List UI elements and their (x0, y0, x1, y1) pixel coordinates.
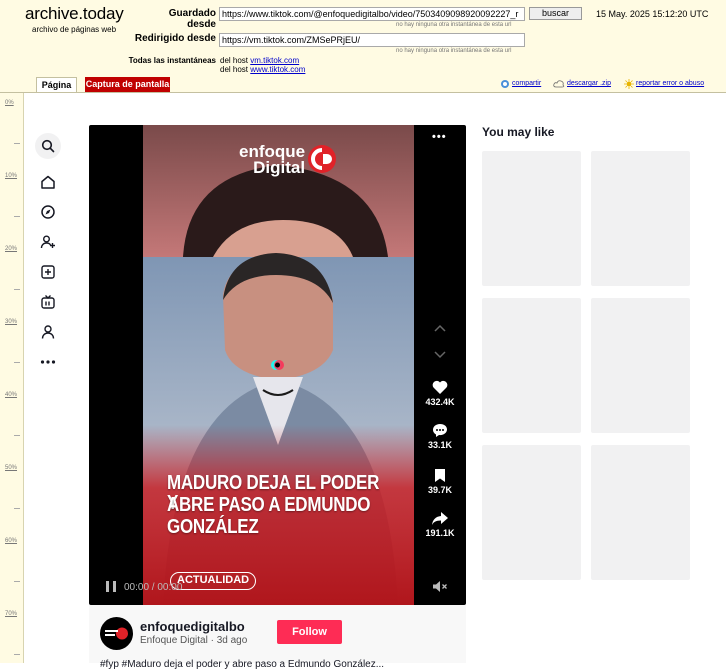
archive-header: archive.today archivo de páginas web Gua… (0, 0, 726, 93)
saved-from-url-input[interactable]: https://www.tiktok.com/@enfoquedigitalbo… (219, 7, 525, 21)
following-icon[interactable] (35, 229, 61, 255)
profile-icon[interactable] (35, 319, 61, 345)
brand-logo-icon (308, 145, 336, 173)
save-action[interactable]: 39.7K (419, 468, 461, 495)
ruler-label[interactable]: 30% (5, 319, 17, 325)
recommended-video-card[interactable] (591, 151, 690, 286)
ruler-tick (14, 581, 20, 582)
search-icon[interactable] (35, 133, 61, 159)
upload-icon[interactable] (35, 259, 61, 285)
next-video-icon[interactable] (433, 350, 447, 360)
redirected-label: Redirigido desde (134, 33, 216, 44)
heart-icon (432, 380, 448, 394)
ruler-label[interactable]: 40% (5, 392, 17, 398)
pause-icon[interactable] (105, 580, 117, 593)
recommended-video-card[interactable] (482, 445, 581, 580)
host-line-2: del host www.tiktok.com (220, 65, 305, 74)
share-action[interactable]: 191.1K (419, 511, 461, 538)
scroll-ruler: 0% 10% 20% 30% 40% 50% 60% 70% (0, 93, 24, 663)
archive-logo[interactable]: archive.today (25, 4, 124, 24)
report-abuse-link[interactable]: reportar error o abuso (636, 80, 704, 87)
ruler-tick (14, 435, 20, 436)
header-divider (0, 92, 726, 93)
explore-icon[interactable] (35, 199, 61, 225)
no-snapshot-note: no hay ninguna otra instantánea de esta … (396, 22, 512, 28)
ruler-label[interactable]: 70% (5, 611, 17, 617)
previous-video-icon[interactable] (433, 323, 447, 333)
cloud-download-icon (553, 80, 565, 88)
search-button[interactable]: buscar (529, 7, 582, 20)
recommended-video-card[interactable] (482, 151, 581, 286)
ruler-tick (14, 654, 20, 655)
share-icon (501, 80, 509, 88)
ruler-tick (14, 508, 20, 509)
all-snapshots-label: Todas las instantáneas (128, 56, 216, 65)
like-action[interactable]: 432.4K (419, 380, 461, 407)
ruler-label[interactable]: 20% (5, 246, 17, 252)
avatar-logo-icon (105, 627, 128, 640)
recommended-video-card[interactable] (591, 445, 690, 580)
comment-action[interactable]: 33.1K (419, 423, 461, 450)
video-menu-icon[interactable]: ••• (432, 131, 447, 143)
home-icon[interactable] (35, 169, 61, 195)
author-username[interactable]: enfoquedigitalbo (140, 619, 245, 634)
comment-icon (433, 424, 447, 437)
author-info-panel: enfoquedigitalbo Enfoque Digital · 3d ag… (89, 605, 466, 670)
video-player[interactable]: enfoque Digital ••• ACTUALIDAD MADURO DE… (89, 125, 466, 605)
tab-screenshot[interactable]: Captura de pantalla (85, 77, 170, 93)
host-link-vm[interactable]: vm.tiktok.com (250, 56, 299, 65)
ruler-tick (14, 289, 20, 290)
report-icon (624, 79, 634, 89)
ruler-label[interactable]: 50% (5, 465, 17, 471)
video-caption-line-3: GONZÁLEZ (167, 516, 259, 538)
share-arrow-icon (432, 512, 448, 525)
archive-timestamp: 15 May. 2025 15:12:20 UTC (596, 9, 709, 19)
share-count: 191.1K (425, 528, 455, 538)
archive-subtitle: archivo de páginas web (32, 25, 117, 34)
follow-button[interactable]: Follow (277, 620, 342, 644)
more-icon[interactable] (35, 349, 61, 375)
host-line-1: del host vm.tiktok.com (220, 56, 299, 65)
ruler-tick (14, 362, 20, 363)
share-link[interactable]: compartir (512, 80, 541, 87)
ruler-label[interactable]: 10% (5, 173, 17, 179)
ruler-tick (14, 143, 20, 144)
comment-count: 33.1K (427, 440, 453, 450)
bookmark-icon (435, 469, 445, 482)
video-description: #fyp #Maduro deja el poder y abre paso a… (100, 659, 385, 670)
live-icon[interactable] (35, 289, 61, 315)
category-badge: ACTUALIDAD (170, 572, 257, 590)
tiktok-sidebar (25, 93, 75, 663)
brand-line-2: Digital (253, 158, 306, 177)
ruler-label[interactable]: 0% (5, 100, 14, 106)
ruler-label[interactable]: 60% (5, 538, 17, 544)
mute-icon[interactable] (432, 580, 448, 593)
video-caption-line-2: ABRE PASO A EDMUNDO (167, 494, 371, 516)
host-prefix-2: del host (220, 65, 249, 74)
recommended-video-card[interactable] (591, 298, 690, 433)
redirected-url-input[interactable]: https://vm.tiktok.com/ZMSePRjEU/ (219, 33, 525, 47)
avatar[interactable] (100, 617, 133, 650)
no-snapshot-note-2: no hay ninguna otra instantánea de esta … (396, 48, 512, 54)
host-prefix-1: del host (220, 56, 249, 65)
ruler-tick (14, 216, 20, 217)
saved-from-label: Guardado desde (168, 8, 216, 30)
brand-logo-text: enfoque Digital (239, 143, 306, 177)
tab-page[interactable]: Página (36, 77, 77, 93)
video-time: 00:00 / 00:00 (124, 582, 183, 593)
host-link-www[interactable]: www.tiktok.com (250, 65, 305, 74)
you-may-like-title: You may like (482, 125, 555, 139)
save-count: 39.7K (427, 485, 453, 495)
download-zip-link[interactable]: descargar .zip (567, 80, 611, 87)
author-meta: Enfoque Digital · 3d ago (140, 635, 248, 646)
recommended-video-card[interactable] (482, 298, 581, 433)
like-count: 432.4K (425, 397, 455, 407)
